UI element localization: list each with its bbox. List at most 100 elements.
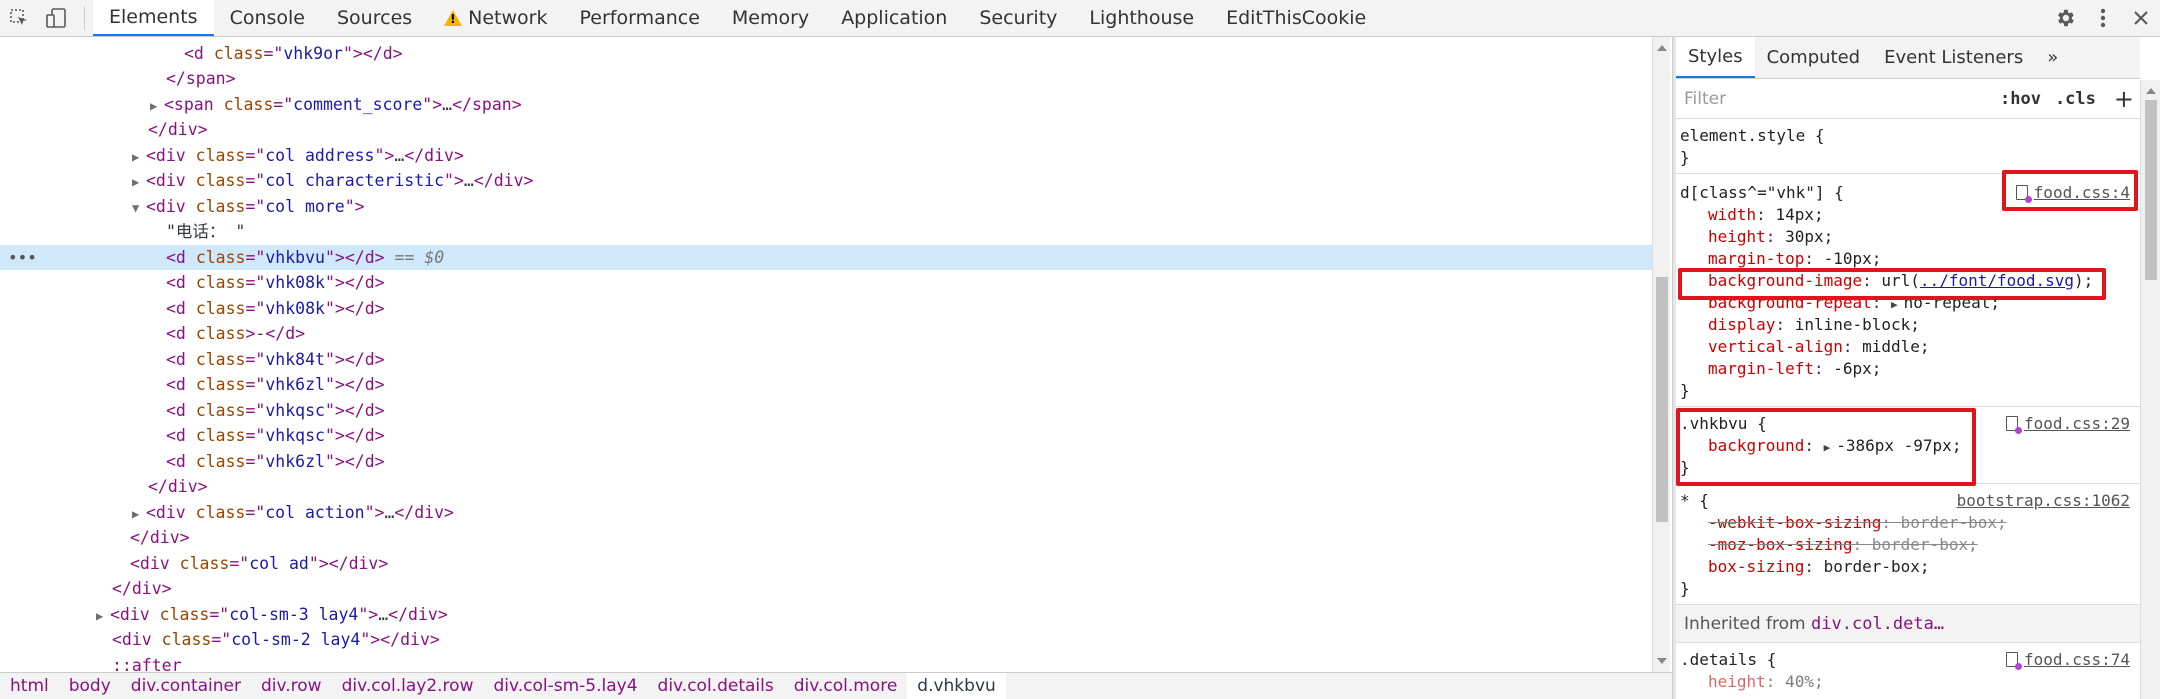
rule-close: } <box>1680 381 1690 400</box>
filter-row: :hov .cls + <box>1676 79 2140 119</box>
dom-node[interactable]: <div class="col-sm-2 lay4"></div> <box>0 627 1652 652</box>
style-property-overridden: -moz-box-sizing: border-box; <box>1708 535 1978 554</box>
elements-scrollbar[interactable] <box>1652 37 1670 672</box>
rule-selector: * { <box>1680 491 1709 510</box>
dom-node[interactable]: ▶ <div class="col address">…</div> <box>0 143 1652 168</box>
dom-node[interactable]: ▶ <div class="col-sm-3 lay4">…</div> <box>0 602 1652 627</box>
dom-pseudo-node[interactable]: ::after <box>0 653 1652 672</box>
font-url-link[interactable]: ../font/food.svg <box>1920 271 2074 290</box>
tab-lighthouse[interactable]: Lighthouse <box>1073 0 1210 36</box>
tab-event-listeners[interactable]: Event Listeners <box>1872 37 2035 78</box>
breadcrumb-item[interactable]: div.col.lay2.row <box>332 673 484 699</box>
style-property: vertical-align: middle; <box>1708 337 1930 356</box>
collapse-triangle-icon[interactable]: ▼ <box>132 196 146 221</box>
dom-node[interactable]: </div> <box>0 525 1652 550</box>
dom-node[interactable]: <d class="vhk9or"></d> <box>0 41 1652 66</box>
elements-tree: <d class="vhk9or"></d> </span> ▶ <span cl… <box>0 37 1652 672</box>
tab-computed[interactable]: Computed <box>1755 37 1873 78</box>
dom-node[interactable]: ▶ <div class="col action">…</div> <box>0 500 1652 525</box>
dom-node[interactable]: <d class="vhk84t"></d> <box>0 347 1652 372</box>
dom-node[interactable]: </span> <box>0 66 1652 91</box>
scroll-up-icon[interactable] <box>2146 88 2156 94</box>
tab-console[interactable]: Console <box>214 0 321 36</box>
inherited-from-link[interactable]: div.col.deta… <box>1811 614 1944 634</box>
expand-triangle-icon[interactable]: ▶ <box>1891 298 1898 311</box>
expand-triangle-icon[interactable]: ▶ <box>132 145 146 170</box>
dom-node[interactable]: </div> <box>0 117 1652 142</box>
style-rule-details[interactable]: .details { food.css:74 height: 40%; <box>1676 643 2140 695</box>
ellipsis-icon[interactable]: ••• <box>8 245 37 270</box>
tab-security[interactable]: Security <box>963 0 1073 36</box>
scroll-down-icon[interactable] <box>1657 658 1667 664</box>
rule-selector: d[class^="vhk"] { <box>1680 183 1844 202</box>
more-vertical-icon[interactable] <box>2084 0 2122 36</box>
breadcrumb-item[interactable]: html <box>0 673 59 699</box>
dom-node[interactable]: ▼ <div class="col more"> <box>0 194 1652 219</box>
dom-node-selected[interactable]: ••• <d class="vhkbvu"></d> == $0 <box>0 245 1652 270</box>
style-property: box-sizing: border-box; <box>1708 557 1930 576</box>
style-rule-vhkbvu[interactable]: .vhkbvu { food.css:29 background: ▶ -386p… <box>1676 407 2140 484</box>
dom-node[interactable]: <d class="vhk08k"></d> <box>0 270 1652 295</box>
source-link[interactable]: bootstrap.css:1062 <box>1957 490 2130 512</box>
breadcrumb-item[interactable]: div.col.details <box>648 673 784 699</box>
scrollbar-thumb[interactable] <box>2145 100 2157 280</box>
dom-node[interactable]: <d class="vhk6zl"></d> <box>0 372 1652 397</box>
breadcrumb-item[interactable]: div.container <box>121 673 251 699</box>
dom-node[interactable]: ▶ <span class="comment_score">…</span> <box>0 92 1652 117</box>
more-tabs-icon[interactable]: » <box>2035 37 2070 78</box>
breadcrumb-item[interactable]: div.col.more <box>784 673 908 699</box>
styles-filter-input[interactable] <box>1682 84 1986 113</box>
dom-node[interactable]: <d class>-</d> <box>0 321 1652 346</box>
expand-triangle-icon[interactable]: ▶ <box>96 604 110 629</box>
tab-performance[interactable]: Performance <box>564 0 716 36</box>
rule-close: } <box>1680 579 1690 598</box>
dom-node[interactable]: <div class="col ad"></div> <box>0 551 1652 576</box>
dom-node[interactable]: </div> <box>0 576 1652 601</box>
dom-node[interactable]: ▶ <div class="col characteristic">…</div> <box>0 168 1652 193</box>
tab-elements[interactable]: Elements <box>93 0 214 36</box>
dom-text-node[interactable]: "电话： " <box>0 219 1652 244</box>
element-style-rule[interactable]: element.style { } <box>1676 119 2140 174</box>
style-property-overridden: -webkit-box-sizing: border-box; <box>1708 513 2007 532</box>
rule-selector: .vhkbvu { <box>1680 414 1767 433</box>
breadcrumb-item[interactable]: body <box>59 673 121 699</box>
scroll-up-icon[interactable] <box>1657 45 1667 51</box>
dom-node[interactable]: <d class="vhk08k"></d> <box>0 296 1652 321</box>
expand-triangle-icon[interactable]: ▶ <box>132 502 146 527</box>
cls-button[interactable]: .cls <box>2055 89 2096 109</box>
source-link[interactable]: food.css:74 <box>2006 649 2130 671</box>
rule-selector: .details { <box>1680 650 1777 669</box>
inspect-element-icon[interactable] <box>0 0 38 36</box>
new-rule-button[interactable]: + <box>2114 85 2134 113</box>
rule-close: } <box>1680 148 1690 167</box>
breadcrumb-item-active[interactable]: d.vhkbvu <box>907 672 1006 699</box>
expand-triangle-icon[interactable]: ▶ <box>1824 441 1831 454</box>
dom-node[interactable]: </div> <box>0 474 1652 499</box>
dom-node[interactable]: <d class="vhk6zl"></d> <box>0 449 1652 474</box>
dom-node[interactable]: <d class="vhkqsc"></d> <box>0 398 1652 423</box>
dom-node[interactable]: <d class="vhkqsc"></d> <box>0 423 1652 448</box>
styles-scrollbar[interactable] <box>2140 80 2160 699</box>
style-rule-vhk[interactable]: d[class^="vhk"] { food.css:4 width: 14px… <box>1676 174 2140 407</box>
hov-button[interactable]: :hov <box>2000 89 2041 109</box>
source-link[interactable]: food.css:4 <box>2015 182 2130 204</box>
expand-triangle-icon[interactable]: ▶ <box>132 170 146 195</box>
tab-network-label: Network <box>468 7 548 29</box>
tab-application[interactable]: Application <box>825 0 963 36</box>
tab-styles[interactable]: Styles <box>1676 37 1755 78</box>
breadcrumb-item[interactable]: div.col-sm-5.lay4 <box>483 673 647 699</box>
tab-editthiscookie[interactable]: EditThisCookie <box>1210 0 1382 36</box>
gear-icon[interactable] <box>2046 0 2084 36</box>
tab-sources[interactable]: Sources <box>321 0 428 36</box>
style-property: background-image: url(../font/food.svg); <box>1708 271 2094 290</box>
source-link[interactable]: food.css:29 <box>2006 413 2130 435</box>
style-rule-universal[interactable]: * { bootstrap.css:1062 -webkit-box-sizin… <box>1676 484 2140 605</box>
scrollbar-thumb[interactable] <box>1656 277 1668 522</box>
breadcrumb-item[interactable]: div.row <box>251 673 332 699</box>
close-icon[interactable] <box>2122 0 2160 36</box>
expand-triangle-icon[interactable]: ▶ <box>150 94 164 119</box>
styles-pane: Styles Computed Event Listeners » :hov .… <box>1676 37 2140 699</box>
device-toolbar-icon[interactable] <box>38 0 76 36</box>
tab-network[interactable]: Network <box>428 0 563 36</box>
tab-memory[interactable]: Memory <box>716 0 825 36</box>
